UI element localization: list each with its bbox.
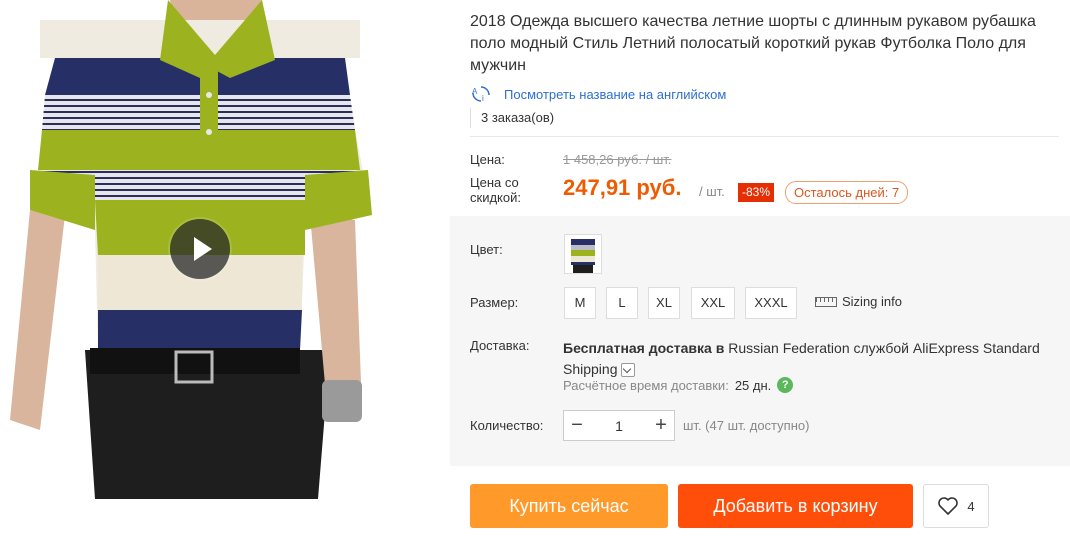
quantity-increase-button[interactable]: +	[648, 411, 674, 440]
shipping-country: Russian Federation	[728, 340, 850, 356]
delivery-time-label: Расчётное время доставки:	[563, 377, 729, 393]
size-option-xl[interactable]: XL	[648, 287, 680, 319]
delivery-time-value: 25 дн.	[734, 377, 772, 393]
discount-price-label-line1: Цена со	[470, 175, 519, 190]
svg-text:A: A	[472, 87, 478, 96]
divider	[470, 136, 1059, 137]
translate-title-label: Посмотреть название на английском	[504, 86, 727, 102]
size-option-m[interactable]: M	[564, 287, 596, 319]
shipping-via: службой	[853, 340, 909, 356]
size-option-xxxl[interactable]: XXXL	[745, 287, 797, 319]
product-gallery	[0, 0, 450, 537]
add-to-cart-button[interactable]: Добавить в корзину	[678, 484, 913, 528]
orders-count: 3 заказа(ов)	[470, 108, 554, 128]
help-icon[interactable]: ?	[777, 377, 794, 393]
ruler-icon	[815, 296, 837, 307]
free-shipping-text: Бесплатная доставка в	[563, 340, 725, 356]
price-label: Цена:	[470, 152, 505, 167]
product-photo[interactable]	[0, 0, 424, 499]
size-option-xxl[interactable]: XXL	[691, 287, 735, 319]
quantity-available: шт. (47 шт. доступно)	[683, 418, 810, 433]
delivery-time: Расчётное время доставки: 25 дн. ?	[563, 377, 794, 393]
quantity-decrease-button[interactable]: −	[564, 411, 590, 440]
quantity-stepper: − 1 +	[563, 410, 675, 441]
svg-text:i: i	[482, 94, 484, 103]
days-left-badge: Осталось дней: 7	[785, 181, 909, 204]
quantity-label: Количество:	[470, 418, 544, 433]
discount-badge: -83%	[738, 183, 775, 202]
product-title: 2018 Одежда высшего качества летние шорт…	[470, 13, 1036, 74]
heart-icon	[938, 497, 959, 515]
translate-icon: A i	[470, 85, 492, 103]
color-label: Цвет:	[470, 242, 503, 257]
discount-price: 247,91 руб.	[563, 175, 682, 200]
translate-title-link[interactable]: A i Посмотреть название на английском	[470, 85, 726, 103]
shipping-info: Бесплатная доставка в Russian Federation…	[563, 338, 1053, 380]
sizing-info-link[interactable]: Sizing info	[815, 294, 902, 309]
discount-price-label-line2: скидкой:	[470, 190, 521, 205]
wishlist-button[interactable]: 4	[923, 484, 989, 528]
color-option-thumbnail[interactable]	[564, 234, 602, 274]
per-unit: / шт.	[699, 184, 725, 199]
shipping-options-dropdown[interactable]	[620, 363, 635, 378]
shipping-label: Доставка:	[470, 338, 530, 353]
quantity-input[interactable]: 1	[590, 418, 648, 434]
size-label: Размер:	[470, 295, 519, 310]
size-option-l[interactable]: L	[606, 287, 638, 319]
wishlist-count: 4	[967, 498, 975, 514]
sizing-info-label: Sizing info	[842, 294, 902, 309]
buy-now-button[interactable]: Купить сейчас	[470, 484, 668, 528]
old-price: 1 458,26 руб. / шт.	[563, 152, 672, 167]
play-video-button[interactable]	[170, 219, 230, 279]
